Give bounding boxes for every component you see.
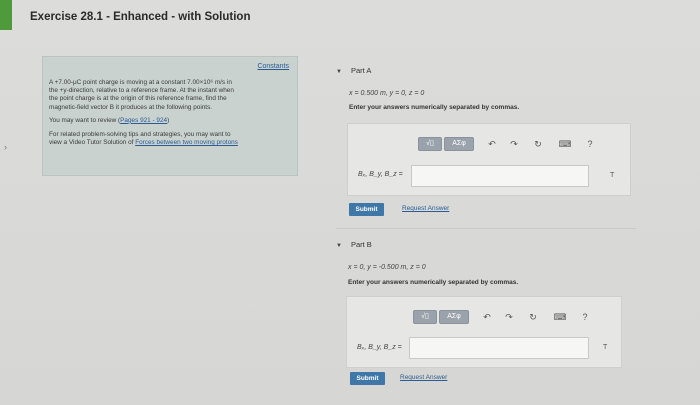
- problem-statement-box: Constants A +7.00-μC point charge is mov…: [42, 56, 298, 176]
- part-a-submit-button[interactable]: Submit: [349, 203, 384, 216]
- collapse-triangle-icon: ▼: [336, 69, 342, 75]
- part-b-toolbar: √▯ AΣφ ↶ ↷ ↻ ⌨ ?: [413, 310, 613, 324]
- exercise-title: Exercise 28.1 - Enhanced - with Solution: [30, 11, 251, 23]
- header-accent-bar: [0, 0, 12, 30]
- keyboard-icon[interactable]: ⌨: [553, 310, 567, 324]
- review-pages-link[interactable]: Pages 921 - 924: [120, 117, 167, 124]
- part-a-given: x = 0.500 m, y = 0, z = 0: [349, 90, 425, 97]
- part-b-variable-label: Bₓ, B_y, B_z =: [357, 344, 402, 351]
- part-divider: [336, 228, 636, 229]
- problem-line: magnetic-field vector B it produces at t…: [49, 103, 213, 111]
- part-b-answer-input[interactable]: [409, 337, 589, 359]
- greek-symbols-button[interactable]: AΣφ: [444, 137, 474, 151]
- redo-icon[interactable]: ↷: [508, 137, 520, 151]
- problem-text: A +7.00-μC point charge is moving at a c…: [49, 79, 291, 112]
- problem-line: the point charge is at the origin of thi…: [49, 95, 227, 103]
- part-b-submit-button[interactable]: Submit: [350, 372, 385, 385]
- video-tutor-link[interactable]: Forces between two moving protons: [135, 139, 238, 146]
- part-b-header[interactable]: ▼ Part B: [336, 240, 372, 249]
- undo-icon[interactable]: ↶: [486, 137, 498, 151]
- reset-icon[interactable]: ↻: [527, 310, 539, 324]
- part-a-answer-input[interactable]: [411, 165, 589, 187]
- redo-icon[interactable]: ↷: [503, 310, 515, 324]
- undo-icon[interactable]: ↶: [481, 310, 493, 324]
- reset-icon[interactable]: ↻: [532, 137, 544, 151]
- collapse-triangle-icon: ▼: [336, 243, 342, 249]
- part-a-header[interactable]: ▼ Part A: [336, 66, 371, 75]
- part-a-request-answer-link[interactable]: Request Answer: [402, 205, 449, 212]
- greek-symbols-button[interactable]: AΣφ: [439, 310, 469, 324]
- part-a-variable-label: Bₓ, B_y, B_z =: [358, 171, 403, 178]
- part-b-answer-panel: √▯ AΣφ ↶ ↷ ↻ ⌨ ? Bₓ, B_y, B_z = T: [346, 296, 622, 368]
- constants-link[interactable]: Constants: [257, 63, 289, 71]
- problem-line: the +y-direction, relative to a referenc…: [49, 87, 234, 95]
- tips-text: For related problem-solving tips and str…: [49, 131, 238, 147]
- sqrt-template-button[interactable]: √▯: [418, 137, 442, 151]
- part-a-answer-panel: √▯ AΣφ ↶ ↷ ↻ ⌨ ? Bₓ, B_y, B_z = T: [347, 123, 631, 196]
- page: Exercise 28.1 - Enhanced - with Solution…: [0, 0, 700, 405]
- part-a-toolbar: √▯ AΣφ ↶ ↷ ↻ ⌨ ?: [418, 137, 618, 151]
- review-text: You may want to review (Pages 921 - 924): [49, 116, 170, 124]
- part-b-given: x = 0, y = -0.500 m, z = 0: [348, 264, 426, 271]
- side-arrow-icon[interactable]: ›: [4, 142, 7, 152]
- help-icon[interactable]: ?: [584, 137, 596, 151]
- keyboard-icon[interactable]: ⌨: [558, 137, 572, 151]
- part-a-instruction: Enter your answers numerically separated…: [349, 104, 520, 111]
- part-a-unit-label: T: [610, 172, 615, 179]
- help-icon[interactable]: ?: [579, 310, 591, 324]
- part-b-request-answer-link[interactable]: Request Answer: [400, 374, 447, 381]
- sqrt-template-button[interactable]: √▯: [413, 310, 437, 324]
- part-b-unit-label: T: [603, 344, 608, 351]
- part-b-instruction: Enter your answers numerically separated…: [348, 279, 519, 286]
- problem-line: A +7.00-μC point charge is moving at a c…: [49, 79, 232, 86]
